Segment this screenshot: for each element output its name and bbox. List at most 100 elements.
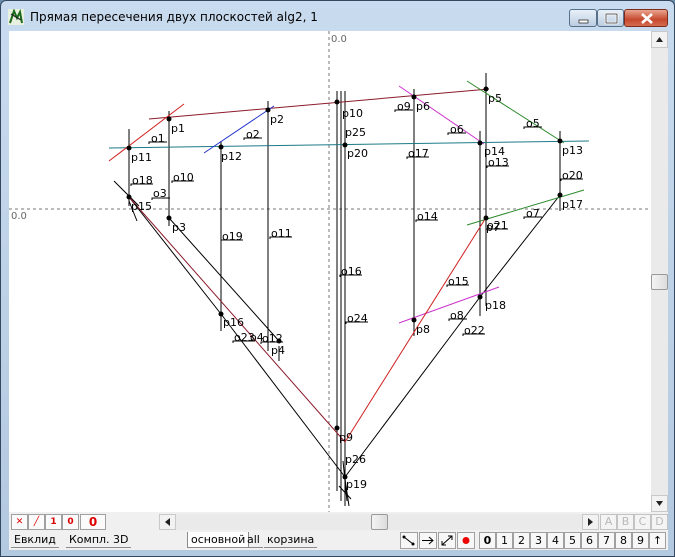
y-axis-origin-label: 0.0 bbox=[331, 34, 347, 45]
minimize-button[interactable] bbox=[569, 9, 597, 27]
object-label[interactable]: o2 bbox=[246, 128, 260, 141]
arrow-tool-button[interactable] bbox=[419, 532, 437, 549]
tab-3d[interactable]: 3D bbox=[110, 532, 132, 548]
maximize-button[interactable] bbox=[597, 9, 624, 27]
resize-tool-button[interactable] bbox=[438, 532, 456, 549]
letter-b-button[interactable]: B bbox=[617, 514, 634, 530]
object-label[interactable]: o10 bbox=[173, 171, 194, 184]
title-bar[interactable]: Прямая пересечения двух плоскостей alg2,… bbox=[1, 1, 674, 31]
one-button[interactable]: 1 bbox=[45, 514, 62, 530]
point-label[interactable]: p18 bbox=[485, 299, 506, 312]
layer-0-button[interactable]: 0 bbox=[479, 532, 496, 549]
point-label[interactable]: p2 bbox=[270, 113, 284, 126]
scroll-down-button[interactable] bbox=[651, 495, 668, 512]
letter-c-button[interactable]: C bbox=[634, 514, 651, 530]
point-label[interactable]: p4 bbox=[271, 344, 285, 357]
object-label[interactable]: o24 bbox=[347, 312, 368, 325]
layer-8-button[interactable]: 8 bbox=[615, 532, 632, 549]
delete-button[interactable]: ✕ bbox=[11, 514, 28, 530]
object-label[interactable]: o14 bbox=[417, 210, 438, 223]
scroll-up-button[interactable] bbox=[651, 31, 668, 48]
green-line-top bbox=[466, 80, 565, 144]
object-label[interactable]: o19 bbox=[222, 230, 243, 243]
diagonal-resize-icon bbox=[441, 535, 453, 546]
horizontal-scroll-thumb[interactable] bbox=[371, 514, 388, 530]
maximize-icon bbox=[604, 12, 619, 25]
tab-trash[interactable]: корзина bbox=[264, 532, 318, 548]
point-label[interactable]: p1 bbox=[171, 122, 185, 135]
point-label[interactable]: p8 bbox=[416, 323, 430, 336]
close-icon bbox=[641, 13, 653, 24]
draw-segment-button[interactable] bbox=[400, 532, 418, 549]
window-title: Прямая пересечения двух плоскостей alg2,… bbox=[30, 10, 318, 24]
object-label[interactable]: o11 bbox=[271, 227, 292, 240]
point-label[interactable]: p5 bbox=[488, 92, 502, 105]
layer-9-button[interactable]: 9 bbox=[632, 532, 649, 549]
point-label[interactable]: p11 bbox=[131, 151, 152, 164]
geometry-drawing[interactable]: 0.0 0.0 p1 p2 p3 p4 p5 p6 p7 p8 p9 p10 p… bbox=[9, 31, 651, 512]
scroll-left-button[interactable] bbox=[159, 514, 176, 530]
close-button[interactable] bbox=[624, 9, 668, 27]
dark-red-line-top bbox=[148, 88, 490, 120]
point-label[interactable]: p25 bbox=[345, 126, 366, 139]
layer-5-button[interactable]: 5 bbox=[564, 532, 581, 549]
object-label[interactable]: o13 bbox=[488, 156, 509, 169]
tab-main[interactable]: основной bbox=[187, 532, 250, 548]
object-label[interactable]: o15 bbox=[448, 275, 469, 288]
object-label[interactable]: o21 bbox=[487, 219, 508, 232]
tab-complex[interactable]: Компл. bbox=[66, 532, 113, 548]
object-label[interactable]: o20 bbox=[562, 169, 583, 182]
object-label[interactable]: o16 bbox=[341, 265, 362, 278]
point-label[interactable]: p15 bbox=[131, 200, 152, 213]
object-label[interactable]: o6 bbox=[450, 123, 464, 136]
point-label[interactable]: p16 bbox=[223, 316, 244, 329]
layer-2-button[interactable]: 2 bbox=[513, 532, 530, 549]
minimize-icon bbox=[578, 19, 589, 24]
drawing-canvas[interactable]: 0.0 0.0 p1 p2 p3 p4 p5 p6 p7 p8 p9 p10 p… bbox=[9, 31, 651, 512]
object-label[interactable]: o17 bbox=[408, 147, 429, 160]
tab-all[interactable]: all bbox=[244, 532, 263, 548]
zero-small-button[interactable]: 0 bbox=[62, 514, 79, 530]
vertical-scrollbar[interactable] bbox=[651, 31, 668, 512]
layer-4-button[interactable]: 4 bbox=[547, 532, 564, 549]
point-label[interactable]: p6 bbox=[416, 100, 430, 113]
app-logo-icon bbox=[8, 9, 24, 25]
letter-a-button[interactable]: A bbox=[600, 514, 617, 530]
object-label[interactable]: o22 bbox=[464, 324, 485, 337]
layer-7-button[interactable]: 7 bbox=[598, 532, 615, 549]
magenta-line-top bbox=[398, 85, 485, 145]
point-label[interactable]: p20 bbox=[347, 147, 368, 160]
scroll-right-button[interactable] bbox=[582, 514, 599, 530]
object-label[interactable]: o8 bbox=[450, 309, 464, 322]
point-label[interactable]: p26 bbox=[345, 453, 366, 466]
layer-6-button[interactable]: 6 bbox=[581, 532, 598, 549]
zero-big-button[interactable]: 0 bbox=[80, 514, 106, 530]
point-label[interactable]: p17 bbox=[562, 198, 583, 211]
layer-1-button[interactable]: 1 bbox=[496, 532, 513, 549]
horizontal-scrollbar[interactable] bbox=[159, 514, 599, 530]
object-label[interactable]: o12 bbox=[262, 332, 283, 345]
tab-euclid[interactable]: Евклид bbox=[11, 532, 59, 548]
object-label[interactable]: o7 bbox=[526, 207, 540, 220]
object-label[interactable]: o18 bbox=[132, 174, 153, 187]
arrow-right-icon bbox=[588, 518, 593, 526]
up-arrow-button[interactable]: ↑ bbox=[649, 532, 666, 549]
object-label[interactable]: o5 bbox=[526, 117, 540, 130]
object-label[interactable]: o3 bbox=[153, 187, 167, 200]
object-label[interactable]: o4 bbox=[250, 331, 264, 344]
point-label[interactable]: p12 bbox=[221, 150, 242, 163]
object-label[interactable]: o9 bbox=[397, 100, 411, 113]
point-label[interactable]: p3 bbox=[172, 221, 186, 234]
point-label[interactable]: p19 bbox=[346, 478, 367, 491]
vertical-scroll-thumb[interactable] bbox=[651, 274, 668, 290]
line-tool-button[interactable]: ╱ bbox=[28, 514, 45, 530]
object-label[interactable]: o1 bbox=[151, 132, 165, 145]
point-label[interactable]: p10 bbox=[342, 107, 363, 120]
tabs-row: Евклид Компл. 3D основной all корзина 0 … bbox=[9, 531, 668, 550]
point-label[interactable]: p13 bbox=[562, 144, 583, 157]
letter-d-button[interactable]: D bbox=[651, 514, 668, 530]
record-button[interactable] bbox=[457, 532, 475, 549]
layer-3-button[interactable]: 3 bbox=[530, 532, 547, 549]
point-label[interactable]: p9 bbox=[339, 431, 353, 444]
bottom-toolbar: ✕ ╱ 1 0 0 A B C D Евклид Компл. 3D основ… bbox=[9, 512, 668, 550]
